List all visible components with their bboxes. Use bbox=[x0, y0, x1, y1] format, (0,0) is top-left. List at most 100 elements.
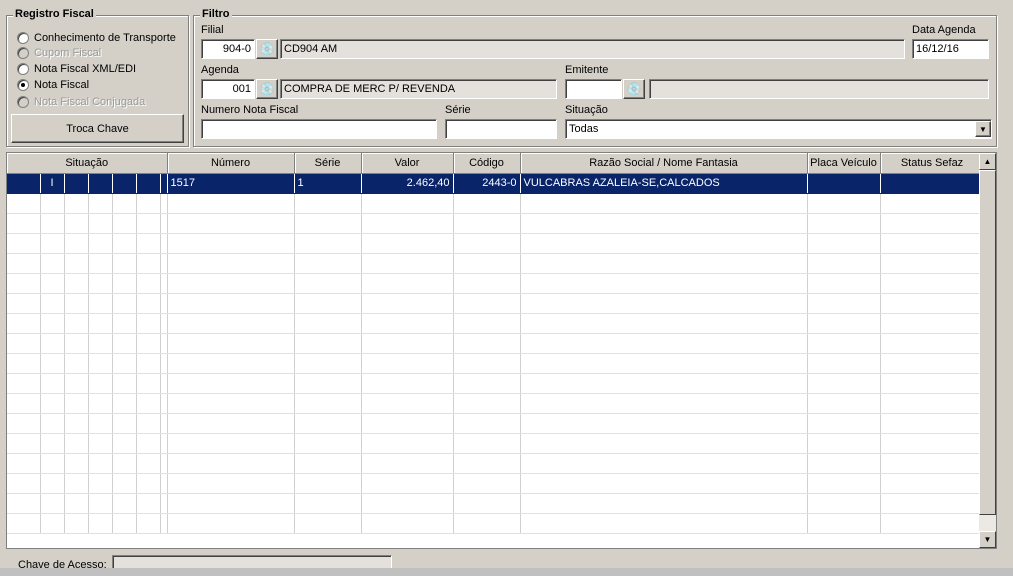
cell-situacao[interactable] bbox=[160, 313, 168, 334]
cell-situacao[interactable] bbox=[40, 313, 65, 334]
radio-conhecimento-transporte[interactable]: Conhecimento de Transporte bbox=[17, 31, 176, 45]
col-header-valor[interactable]: Valor bbox=[361, 153, 454, 174]
cell-placa-veiculo[interactable] bbox=[807, 193, 881, 214]
cell-situacao[interactable] bbox=[88, 373, 113, 394]
cell-situacao[interactable] bbox=[160, 273, 168, 294]
cell-placa-veiculo[interactable] bbox=[807, 233, 881, 254]
cell-numero[interactable] bbox=[167, 393, 295, 414]
table-row[interactable] bbox=[7, 333, 985, 354]
radio-nota-fiscal-xml-edi[interactable]: Nota Fiscal XML/EDI bbox=[17, 62, 136, 76]
table-row[interactable] bbox=[7, 393, 985, 414]
cell-placa-veiculo[interactable] bbox=[807, 453, 881, 474]
cell-valor[interactable] bbox=[361, 473, 454, 494]
cell-status-sefaz[interactable] bbox=[880, 313, 985, 334]
table-row[interactable] bbox=[7, 513, 985, 534]
cell-situacao[interactable] bbox=[7, 293, 41, 314]
cell-situacao[interactable] bbox=[7, 333, 41, 354]
cell-codigo[interactable] bbox=[453, 253, 521, 274]
cell-situacao[interactable] bbox=[160, 493, 168, 514]
cell-codigo[interactable] bbox=[453, 213, 521, 234]
col-header-codigo[interactable]: Código bbox=[453, 153, 521, 174]
cell-situacao[interactable] bbox=[40, 453, 65, 474]
radio-icon[interactable] bbox=[17, 96, 29, 108]
cell-situacao[interactable] bbox=[136, 393, 161, 414]
cell-placa-veiculo[interactable] bbox=[807, 473, 881, 494]
cell-situacao[interactable] bbox=[40, 333, 65, 354]
cell-situacao[interactable] bbox=[7, 433, 41, 454]
cell-situacao[interactable] bbox=[136, 293, 161, 314]
cell-situacao[interactable] bbox=[136, 193, 161, 214]
cell-codigo[interactable] bbox=[453, 313, 521, 334]
cell-situacao[interactable] bbox=[112, 253, 137, 274]
cell-serie[interactable] bbox=[294, 453, 362, 474]
cell-situacao[interactable] bbox=[64, 413, 89, 434]
cell-numero[interactable]: 1517 bbox=[167, 173, 295, 194]
table-row[interactable] bbox=[7, 453, 985, 474]
cell-situacao[interactable] bbox=[88, 473, 113, 494]
cell-valor[interactable] bbox=[361, 273, 454, 294]
cell-status-sefaz[interactable] bbox=[880, 393, 985, 414]
cell-status-sefaz[interactable] bbox=[880, 333, 985, 354]
cell-situacao[interactable] bbox=[160, 513, 168, 534]
cell-situacao[interactable] bbox=[136, 253, 161, 274]
cell-serie[interactable] bbox=[294, 313, 362, 334]
col-header-placa-veiculo[interactable]: Placa Veículo bbox=[807, 153, 881, 174]
cell-serie[interactable] bbox=[294, 333, 362, 354]
cell-situacao[interactable] bbox=[40, 353, 65, 374]
cell-situacao[interactable] bbox=[40, 253, 65, 274]
cell-placa-veiculo[interactable] bbox=[807, 433, 881, 454]
cell-serie[interactable] bbox=[294, 413, 362, 434]
cell-placa-veiculo[interactable] bbox=[807, 273, 881, 294]
cell-razao-social[interactable] bbox=[520, 353, 808, 374]
cell-codigo[interactable] bbox=[453, 433, 521, 454]
cell-valor[interactable] bbox=[361, 333, 454, 354]
cell-situacao[interactable] bbox=[136, 233, 161, 254]
table-row[interactable]: I 1517 1 2.462,40 2443-0 VULCABRAS AZALEIA-SE… bbox=[7, 173, 985, 194]
cell-situacao[interactable] bbox=[112, 413, 137, 434]
cell-razao-social[interactable] bbox=[520, 193, 808, 214]
radio-cupom-fiscal[interactable]: Cupom Fiscal bbox=[17, 46, 101, 60]
cell-situacao[interactable] bbox=[7, 313, 41, 334]
cell-situacao[interactable] bbox=[64, 273, 89, 294]
radio-nota-fiscal-conjugada[interactable]: Nota Fiscal Conjugada bbox=[17, 95, 145, 109]
cell-situacao[interactable] bbox=[160, 233, 168, 254]
cell-situacao[interactable] bbox=[136, 273, 161, 294]
cell-situacao[interactable] bbox=[64, 513, 89, 534]
cell-valor[interactable] bbox=[361, 293, 454, 314]
cell-situacao[interactable] bbox=[112, 233, 137, 254]
cell-status-sefaz[interactable] bbox=[880, 193, 985, 214]
cell-situacao[interactable] bbox=[88, 333, 113, 354]
cell-situacao[interactable] bbox=[64, 433, 89, 454]
cell-situacao[interactable] bbox=[160, 213, 168, 234]
cell-situacao[interactable] bbox=[64, 393, 89, 414]
cell-situacao[interactable] bbox=[88, 213, 113, 234]
cell-razao-social[interactable] bbox=[520, 233, 808, 254]
cell-codigo[interactable] bbox=[453, 393, 521, 414]
cell-razao-social[interactable] bbox=[520, 393, 808, 414]
emitente-search-button[interactable]: 💿 bbox=[623, 79, 645, 99]
cell-situacao[interactable] bbox=[112, 433, 137, 454]
cell-situacao[interactable] bbox=[160, 393, 168, 414]
cell-situacao[interactable] bbox=[64, 333, 89, 354]
cell-situacao[interactable] bbox=[136, 313, 161, 334]
cell-codigo[interactable] bbox=[453, 493, 521, 514]
cell-situacao[interactable] bbox=[7, 193, 41, 214]
cell-situacao[interactable] bbox=[64, 193, 89, 214]
cell-situacao[interactable] bbox=[136, 353, 161, 374]
cell-situacao[interactable] bbox=[112, 273, 137, 294]
cell-placa-veiculo[interactable] bbox=[807, 373, 881, 394]
filial-code-input[interactable]: 904-0 bbox=[201, 39, 255, 59]
cell-serie[interactable] bbox=[294, 213, 362, 234]
table-row[interactable] bbox=[7, 353, 985, 374]
cell-valor[interactable] bbox=[361, 413, 454, 434]
cell-razao-social[interactable] bbox=[520, 313, 808, 334]
col-header-razao-social[interactable]: Razão Social / Nome Fantasia bbox=[520, 153, 808, 174]
cell-codigo[interactable] bbox=[453, 293, 521, 314]
cell-status-sefaz[interactable] bbox=[880, 413, 985, 434]
cell-codigo[interactable] bbox=[453, 353, 521, 374]
cell-numero[interactable] bbox=[167, 273, 295, 294]
cell-razao-social[interactable] bbox=[520, 473, 808, 494]
cell-situacao[interactable] bbox=[40, 193, 65, 214]
cell-situacao[interactable]: I bbox=[40, 173, 65, 194]
table-row[interactable] bbox=[7, 493, 985, 514]
